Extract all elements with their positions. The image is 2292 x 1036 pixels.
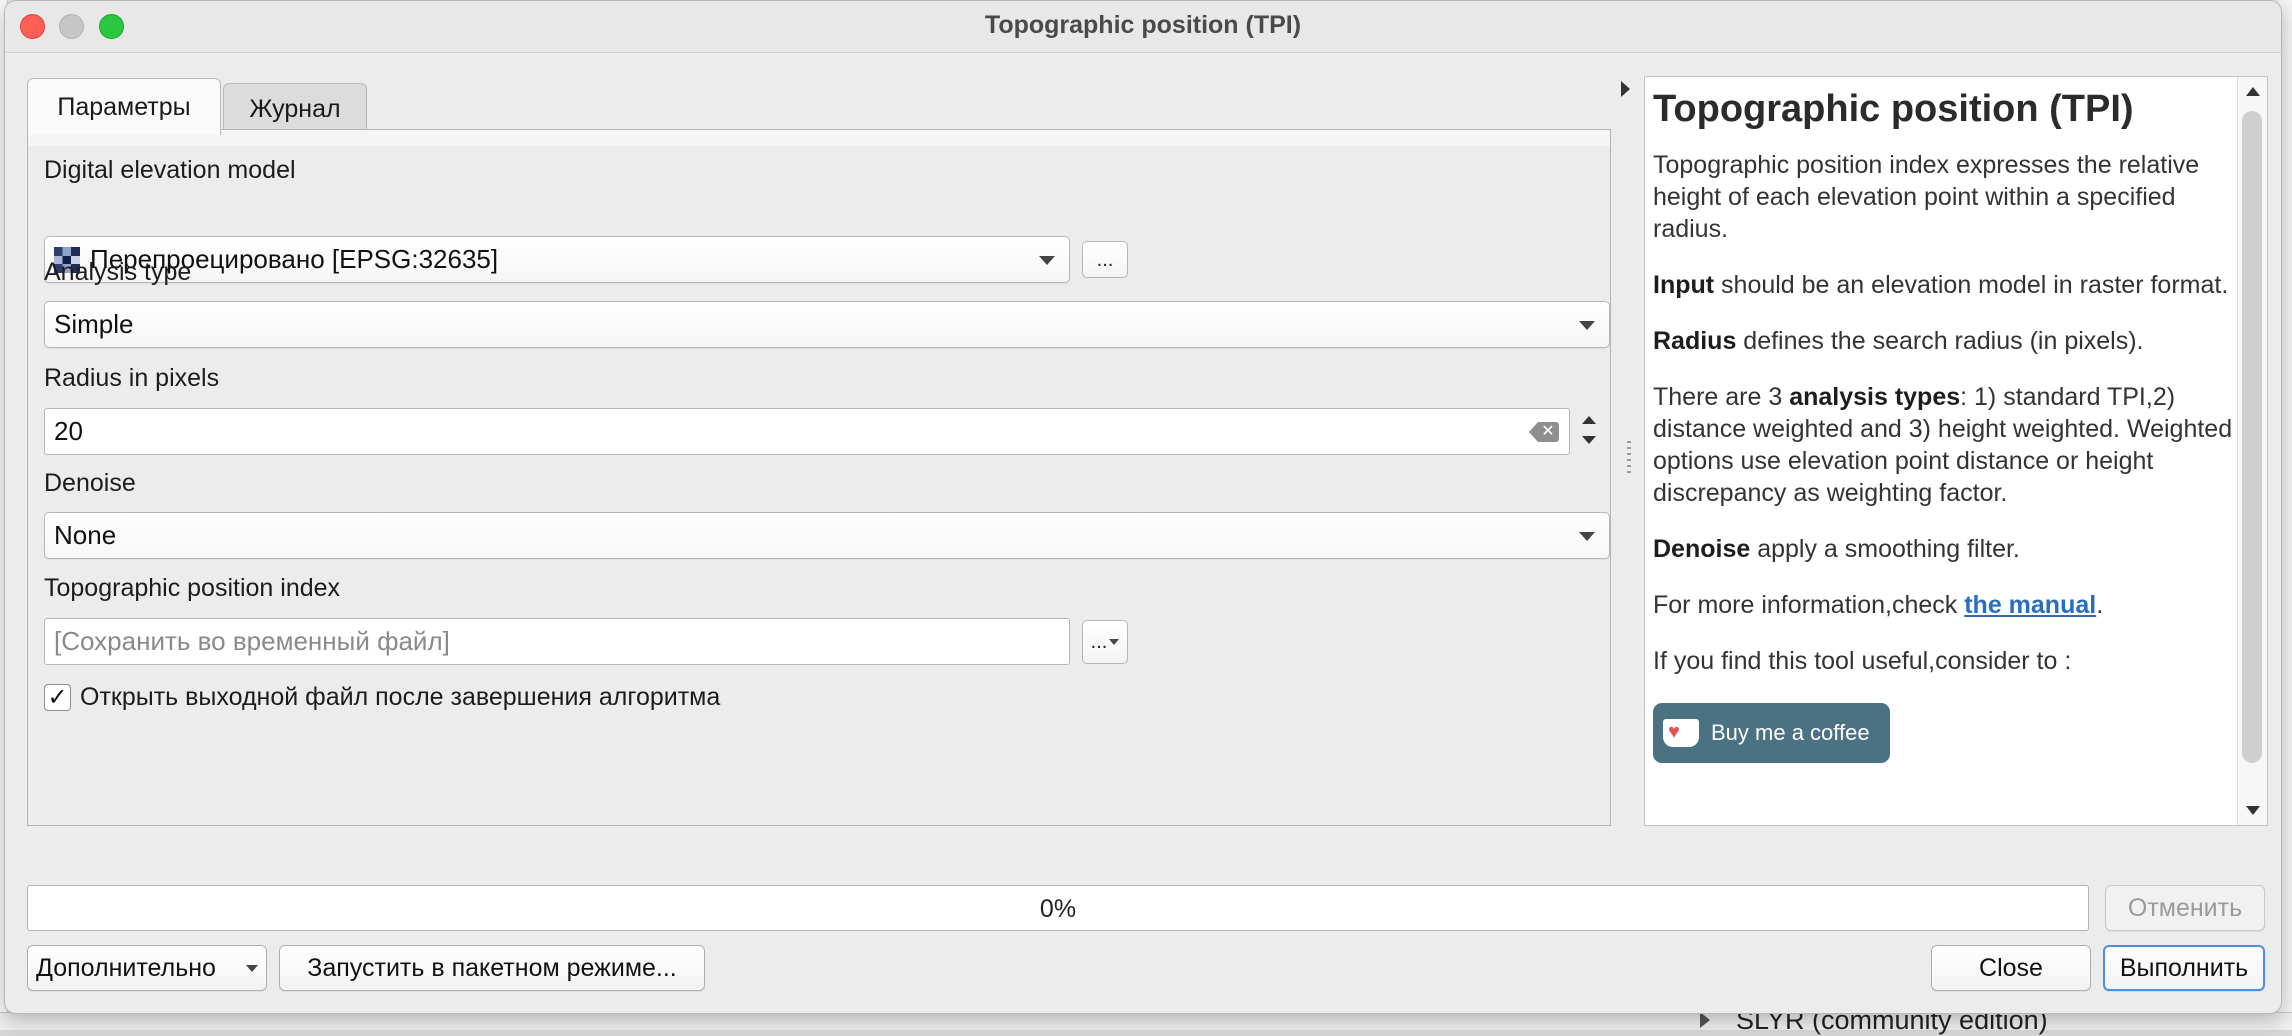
help-title: Topographic position (TPI) <box>1653 88 2134 130</box>
help-text: should be an elevation model in raster f… <box>1714 271 2229 299</box>
scroll-thumb[interactable] <box>2242 111 2262 763</box>
scroll-up-icon[interactable] <box>2246 87 2260 96</box>
clear-icon[interactable]: ✕ <box>1529 422 1559 442</box>
progress-bar: 0% <box>27 885 2089 931</box>
chevron-down-icon <box>1039 256 1055 265</box>
help-text: apply a smoothing filter. <box>1750 535 2020 563</box>
help-bold-text: Radius <box>1653 327 1737 355</box>
help-paragraph: Input should be an elevation model in ra… <box>1653 269 2238 301</box>
panel-top-band <box>28 130 1610 146</box>
output-label: Topographic position index <box>44 574 341 602</box>
coffee-label: Buy me a coffee <box>1711 720 1870 745</box>
splitter-handle[interactable] <box>1627 441 1631 477</box>
chevron-down-icon <box>1109 639 1120 645</box>
help-bold-text: analysis types <box>1789 383 1961 411</box>
help-paragraph: For more information,check the manual. <box>1653 589 2238 621</box>
tab-log[interactable]: Журнал <box>223 83 367 135</box>
help-text: If you find this tool useful,consider to… <box>1653 647 2072 675</box>
chevron-down-icon <box>1579 532 1595 541</box>
advanced-label: Дополнительно <box>36 953 216 982</box>
radius-stepper[interactable] <box>1576 409 1602 453</box>
chevron-down-icon <box>246 965 258 972</box>
dem-label: Digital elevation model <box>44 156 296 184</box>
analysis-type-combobox[interactable]: Simple <box>44 301 1610 348</box>
open-output-label: Открыть выходной файл после завершения а… <box>80 683 721 711</box>
close-button[interactable]: Close <box>1931 945 2091 991</box>
help-paragraph: Radius defines the search radius (in pix… <box>1653 325 2238 357</box>
help-bold-text: Denoise <box>1653 535 1751 563</box>
cancel-button[interactable]: Отменить <box>2105 885 2265 931</box>
manual-link[interactable]: the manual <box>1964 591 2096 619</box>
dem-browse-button[interactable]: ... <box>1082 241 1128 278</box>
help-panel: Topographic position (TPI) Topographic p… <box>1644 76 2268 826</box>
help-paragraph: Topographic position index expresses the… <box>1653 149 2238 245</box>
help-paragraph: Denoise apply a smoothing filter. <box>1653 533 2238 565</box>
radius-spinbox[interactable]: 20 ✕ <box>44 408 1570 455</box>
output-browse-button[interactable]: ... <box>1082 620 1128 664</box>
spin-up-icon[interactable] <box>1582 416 1596 424</box>
expand-arrow-icon <box>1700 1012 1710 1028</box>
help-paragraph: There are 3 analysis types: 1) standard … <box>1653 381 2238 509</box>
output-browse-label: ... <box>1090 631 1108 653</box>
advanced-button[interactable]: Дополнительно <box>27 945 267 991</box>
analysis-type-label: Analysis type <box>44 258 192 286</box>
radius-label: Radius in pixels <box>44 364 220 392</box>
help-text: For more information,check <box>1653 591 1965 619</box>
radius-value: 20 <box>54 416 83 446</box>
denoise-label: Denoise <box>44 469 136 497</box>
help-text: There are 3 <box>1653 383 1790 411</box>
output-placeholder: [Сохранить во временный файл] <box>54 626 450 656</box>
progress-label: 0% <box>1039 895 1077 923</box>
open-output-checkbox[interactable]: ✓ <box>44 684 71 711</box>
window-title: Topographic position (TPI) <box>984 11 1302 39</box>
denoise-value: None <box>54 520 117 550</box>
spin-down-icon[interactable] <box>1582 436 1596 444</box>
help-paragraph: If you find this tool useful,consider to… <box>1653 645 2238 677</box>
scroll-down-icon[interactable] <box>2246 806 2260 815</box>
denoise-combobox[interactable]: None <box>44 512 1610 559</box>
batch-run-button[interactable]: Запустить в пакетном режиме... <box>279 945 705 991</box>
tab-parameters[interactable]: Параметры <box>27 78 221 135</box>
collapse-help-arrow-icon[interactable] <box>1621 81 1630 97</box>
run-button[interactable]: Выполнить <box>2103 945 2265 991</box>
analysis-type-value: Simple <box>54 309 134 339</box>
help-text: defines the search radius (in pixels). <box>1736 327 2144 355</box>
help-scrollbar[interactable] <box>2237 77 2267 825</box>
dialog-window: Topographic position (TPI) Журнал Параме… <box>4 0 2282 1014</box>
help-content: Topographic position (TPI) Topographic p… <box>1653 77 2238 763</box>
help-bold-text: Input <box>1653 271 1715 299</box>
dem-combobox[interactable]: Перепроецировано [EPSG:32635] <box>44 236 1070 283</box>
parameters-panel: Digital elevation model Перепроецировано… <box>27 129 1611 826</box>
coffee-cup-icon <box>1663 719 1699 747</box>
output-field[interactable]: [Сохранить во временный файл] <box>44 618 1070 665</box>
title-bar: Topographic position (TPI) <box>5 1 2281 53</box>
help-text: . <box>2096 591 2104 619</box>
chevron-down-icon <box>1579 321 1595 330</box>
help-text: Topographic position index expresses the… <box>1653 151 2200 243</box>
buy-me-a-coffee-button[interactable]: Buy me a coffee <box>1653 703 1890 763</box>
